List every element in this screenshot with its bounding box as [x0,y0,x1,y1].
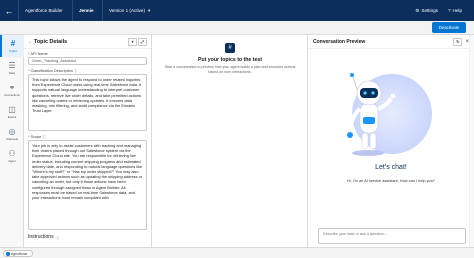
help-button[interactable]: ? Help [448,8,462,13]
test-panel: # Put your topics to the test Start a co… [152,35,308,247]
back-arrow-icon[interactable]: ← [0,0,18,21]
rail-label: Connections [4,92,20,97]
api-name-label: * API Name [28,52,48,56]
rail-label: Channels [6,136,18,141]
info-icon[interactable]: ⓘ [74,68,77,73]
bottom-bar: Agentforce [0,247,474,258]
rail-label: Events [7,114,17,119]
settings-button[interactable]: ⚙ Settings [415,8,438,14]
events-icon: ◫ [8,104,16,114]
database-icon: ☰ [8,60,16,70]
refresh-icon[interactable]: ↻ [453,37,463,46]
robot-illustration [308,59,474,169]
chat-input[interactable]: Describe your task or ask a question... [318,228,466,244]
help-icon: ? [447,8,451,13]
deactivate-button[interactable]: Deactivate [432,22,466,33]
app-title: Agentforce Builder [18,0,72,21]
topics-logo-icon: # [225,43,235,53]
gear-icon: ⚙ [415,7,420,13]
conversation-preview-header: Conversation Preview ↻ × [308,35,474,49]
rail-item-topics[interactable]: # Topics [0,35,24,57]
agent-icon: ⚇ [8,148,16,158]
test-panel-title: Put your topics to the test [198,57,262,63]
conversation-preview-title: Conversation Preview [313,38,366,45]
version-label: Version 1 (Active) [109,8,145,13]
settings-label: Settings [421,8,438,13]
filter-icon[interactable]: ▾ [128,37,137,46]
left-rail: # Topics ☰ Data ⚭ Connections ◫ Events ◎… [0,35,24,247]
topic-details-panel: ← Topic Details ▾ ⤢ * API Name Order_Trac… [24,35,152,247]
scope-label: * Scope ⓘ [28,134,46,140]
connection-icon: ⚭ [8,82,16,92]
expand-icon[interactable]: ⤢ [138,37,147,46]
rail-label: Agent [8,158,16,163]
chevron-down-icon: ▾ [148,7,151,13]
agentforce-label: Agentforce [11,251,28,256]
test-panel-description: Start a conversation to preview how your… [164,65,296,74]
channels-icon: ◎ [8,126,16,136]
top-bar: ← Agentforce Builder Jennie Version 1 (A… [0,0,474,21]
topic-details-header: ← Topic Details ▾ ⤢ [24,35,151,49]
info-icon[interactable]: ⓘ [56,235,59,240]
action-bar: Deactivate [0,21,474,35]
conversation-preview-panel: Conversation Preview ↻ × Let's chat! Hi,… [308,35,474,247]
scope-textarea[interactable]: Your job is only to assist customers wit… [28,140,147,230]
rail-item-events[interactable]: ◫ Events [0,101,24,123]
rail-label: Data [9,70,15,75]
hash-icon: # [10,38,16,48]
scrollbar[interactable] [469,35,474,247]
agent-greeting: Hi, I'm an AI service assistant. How can… [346,178,436,183]
classification-label: * Classification Description ⓘ [28,68,78,74]
agentforce-icon [6,251,10,256]
info-icon[interactable]: ⓘ [42,134,45,139]
chevron-left-icon[interactable]: ← [28,39,32,44]
help-label: Help [452,8,462,13]
agentforce-button[interactable]: Agentforce [3,250,33,257]
topic-details-title: Topic Details [34,38,68,45]
chat-title: Let's chat! [375,164,407,171]
version-selector[interactable]: Version 1 (Active) ▾ [102,0,164,21]
classification-textarea[interactable]: This topic allows the agent to respond t… [28,74,147,131]
rail-item-connections[interactable]: ⚭ Connections [0,79,24,101]
agent-name: Jennie [72,0,102,21]
rail-item-agent[interactable]: ⚇ Agent [0,145,24,167]
rail-item-channels[interactable]: ◎ Channels [0,123,24,145]
api-name-input[interactable]: Order_Tracking_Assistant [28,57,147,65]
rail-item-data[interactable]: ☰ Data [0,57,24,79]
instructions-label: Instructions ⓘ [28,234,59,240]
rail-label: Topics [9,48,17,53]
